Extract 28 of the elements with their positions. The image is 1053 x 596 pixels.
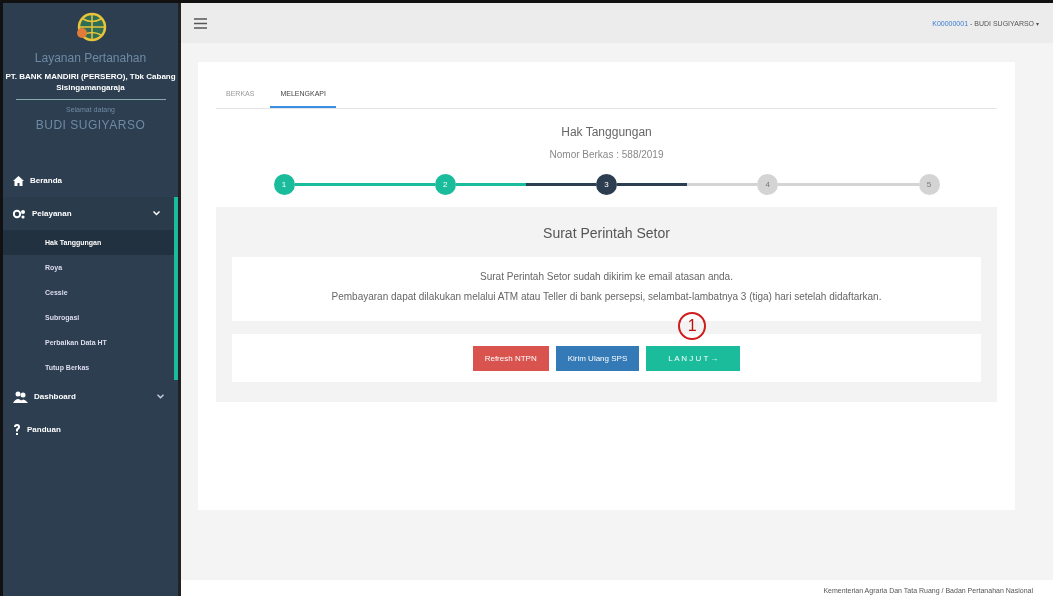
step-circle: 2 [434,174,456,195]
users-icon [13,390,28,403]
question-icon [13,424,21,435]
menu-icon[interactable] [194,17,207,29]
panel-heading: Surat Perintah Setor [542,225,671,241]
annotation-marker: 1 [678,311,707,340]
step-circle: 3 [596,174,617,195]
menu-item[interactable]: Beranda [3,164,178,197]
file-number: Nomor Berkas : 588/2019 [549,149,664,160]
step-circle: 5 [918,174,940,195]
action-button[interactable]: Kirim Ulang SPS [555,345,640,371]
step-circle: 1 [273,174,295,195]
menu-label: Pelayanan [32,209,73,218]
menu-label: Beranda [30,176,63,185]
message-text: Surat Perintah Setor sudah dikirim ke email atasan anda. [479,271,734,282]
page-title: Hak Tanggungan [561,125,652,139]
app-name: Layanan Pertanahan [34,51,147,65]
organization-name: PT. BANK MANDIRI (PERSERO), Tbk Cabang Sisingamangaraja [4,71,177,93]
menu-item[interactable]: Dashboard [3,380,178,413]
user-name: BUDI SUGIYARSO [35,118,146,132]
action-button[interactable]: Refresh NTPN [472,345,549,371]
message-text: Pembayaran dapat dilakukan melalui ATM atau Teller di bank persepsi, selambat-lambatnya 3 (tiga) hari setelah didaftarkan. [330,291,883,302]
menu-label: Dashboard [34,392,77,401]
menu-label: Panduan [27,425,62,434]
step-circle: 4 [757,174,779,195]
home-icon [13,175,24,186]
gears-icon [13,208,26,219]
menu-item[interactable]: Panduan [3,413,178,446]
